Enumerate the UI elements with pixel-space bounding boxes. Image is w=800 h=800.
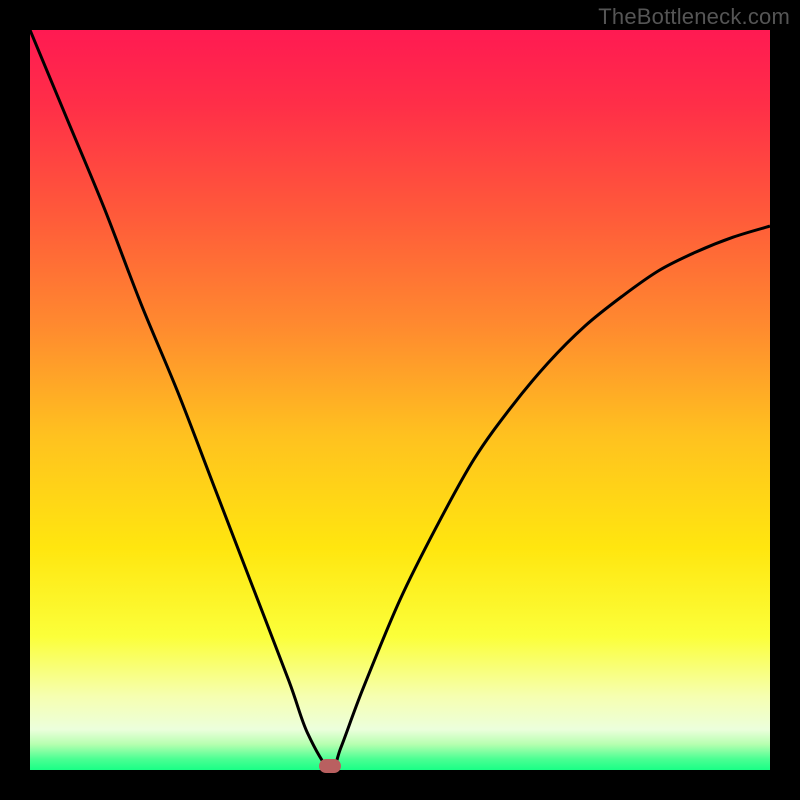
watermark-text: TheBottleneck.com	[598, 4, 790, 30]
plot-area	[30, 30, 770, 770]
chart-frame: TheBottleneck.com	[0, 0, 800, 800]
plot-background	[30, 30, 770, 770]
optimal-point-marker	[319, 759, 341, 773]
plot-svg	[30, 30, 770, 770]
